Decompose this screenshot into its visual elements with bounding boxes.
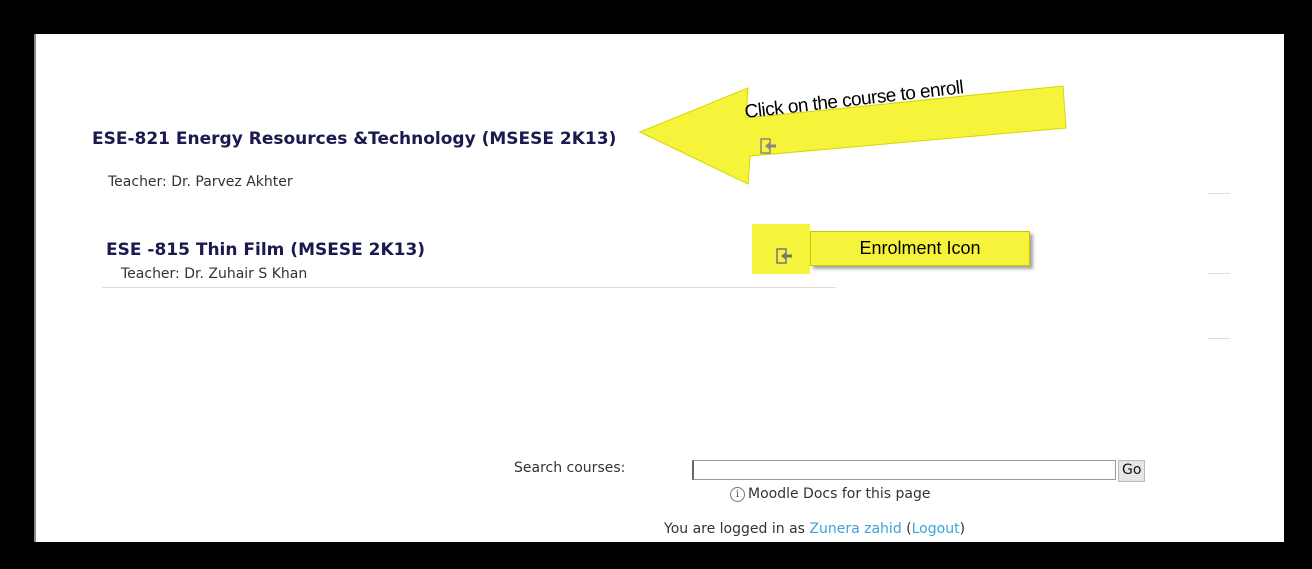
moodle-docs-link-label: Moodle Docs for this page [748,486,931,502]
user-profile-link[interactable]: Zunera zahid [809,521,901,537]
go-button[interactable]: Go [1118,460,1146,482]
login-info: You are logged in as Zunera zahid (Logou… [664,521,965,537]
enrol-icon[interactable] [776,248,794,264]
search-courses-label: Search courses: [514,460,626,476]
course-divider [102,287,836,288]
course-title-link[interactable]: ESE-821 Energy Resources &Technology (MS… [92,131,692,148]
enrol-icon[interactable] [760,138,778,154]
info-icon: i [730,486,745,502]
search-courses-input[interactable] [692,460,1116,480]
divider [1208,193,1230,194]
course-teacher: Teacher: Dr. Parvez Akhter [108,174,293,190]
course-list-panel: Click on the course to enroll ESE-821 En… [34,34,1284,542]
logout-open: ( [901,521,912,537]
logout-close: ) [959,521,966,537]
course-title-link[interactable]: ESE -815 Thin Film (MSESE 2K13) [106,240,425,260]
divider [1208,273,1230,274]
logout-link[interactable]: Logout [912,521,960,537]
divider [1208,338,1230,339]
enrolment-icon-callout: Enrolment Icon [810,231,1030,266]
login-info-prefix: You are logged in as [664,521,810,537]
course-teacher: Teacher: Dr. Zuhair S Khan [121,266,308,282]
moodle-docs-link[interactable]: i Moodle Docs for this page [730,486,931,502]
